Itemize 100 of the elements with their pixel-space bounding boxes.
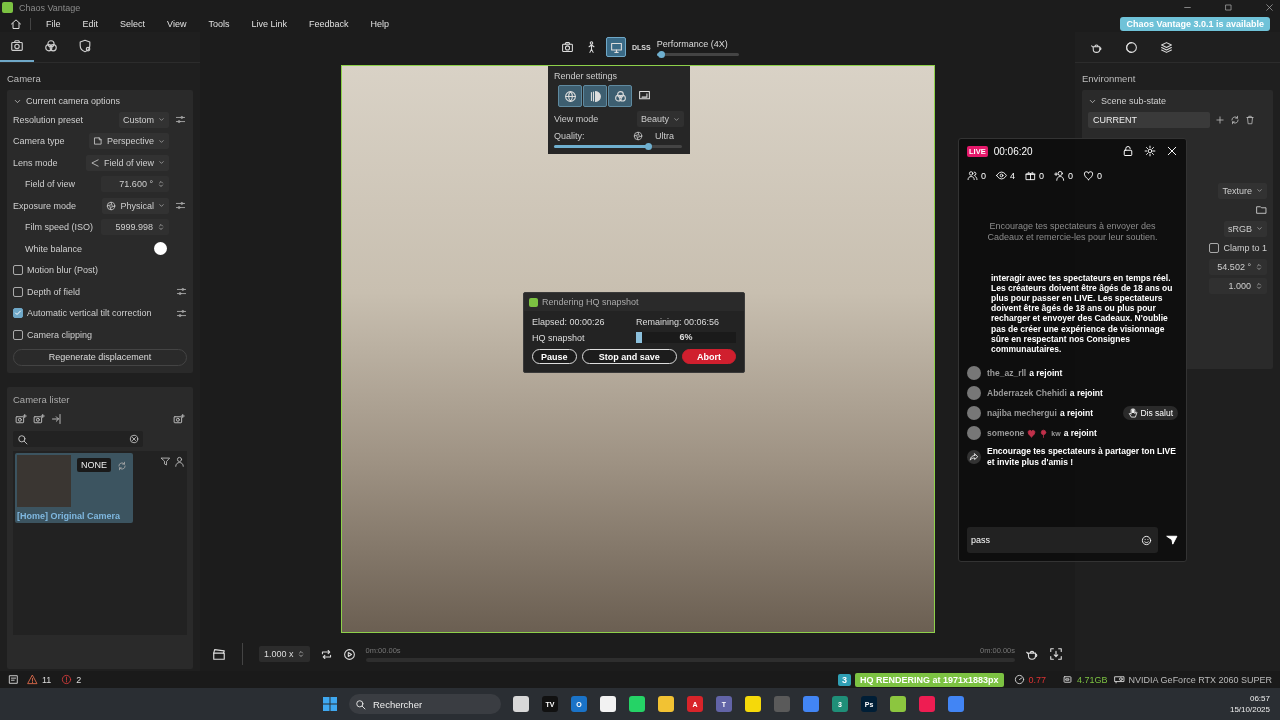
field-label: Field of view	[24, 179, 76, 190]
regenerate-button[interactable]: Regenerate displacement	[13, 348, 187, 366]
chat-input-field[interactable]: pass	[967, 527, 1158, 553]
clear-icon[interactable]	[129, 434, 139, 444]
taskbar-search-field[interactable]: Rechercher	[349, 694, 501, 714]
number-field[interactable]: 5999.998	[101, 219, 169, 236]
error-icon[interactable]	[61, 674, 73, 685]
warning-icon[interactable]	[27, 674, 38, 685]
checkbox-label: Clamp to 1	[1223, 242, 1267, 253]
layers-icon[interactable]	[1160, 40, 1173, 54]
wave-button[interactable]: Dis salut	[1123, 406, 1178, 421]
color-swatch[interactable]	[154, 242, 167, 256]
dialog-button[interactable]: Pause	[532, 349, 577, 364]
slider-thumb[interactable]	[658, 50, 666, 58]
sliders-icon[interactable]	[174, 114, 186, 126]
menu-item[interactable]: Live Link	[240, 18, 298, 29]
caret-icon	[158, 202, 165, 210]
checkbox-label: Camera clipping	[27, 329, 93, 340]
dropdown[interactable]: Field of view	[85, 154, 169, 171]
caret-icon	[158, 159, 165, 167]
checkbox[interactable]	[13, 308, 23, 319]
number-field[interactable]: 1.000	[1209, 277, 1267, 294]
emoji-icon[interactable]	[1141, 534, 1152, 546]
sliders-icon[interactable]	[176, 286, 187, 298]
refresh-icon[interactable]	[1230, 115, 1240, 125]
play-button-icon[interactable]	[342, 647, 356, 661]
camera-icon	[560, 40, 574, 54]
substate-dropdown[interactable]: CURRENT	[1088, 112, 1210, 128]
menu-item[interactable]: Feedback	[297, 18, 360, 29]
menu-item[interactable]: Help	[359, 18, 400, 29]
plus-icon[interactable]	[1215, 115, 1225, 125]
fit-icon[interactable]	[1049, 647, 1063, 661]
dropdown[interactable]: sRGB	[1224, 220, 1267, 237]
search-icon	[355, 698, 366, 710]
join-text: a rejoint	[1063, 427, 1097, 439]
camera-card[interactable]: NONE [Home] Original Camera	[15, 453, 133, 523]
checkbox[interactable]	[1209, 242, 1220, 253]
checkbox[interactable]	[13, 329, 23, 340]
panel-title: Camera	[6, 72, 42, 86]
clock-date: 15/10/2025	[1229, 705, 1270, 714]
send-icon[interactable]	[1166, 534, 1178, 546]
number-field[interactable]: 71.600 °	[101, 176, 169, 193]
lock-icon[interactable]	[1122, 145, 1134, 157]
log-icon[interactable]	[8, 674, 19, 685]
menu-item[interactable]: File	[35, 18, 72, 29]
menu-item[interactable]: Select	[109, 18, 157, 29]
dialog-button[interactable]: Abort	[682, 349, 736, 364]
memory-icon	[1062, 674, 1074, 685]
globe-icon	[563, 89, 577, 103]
render-mode-button[interactable]	[558, 85, 582, 107]
menu-item[interactable]: View	[156, 18, 198, 29]
render-mode-button[interactable]	[583, 85, 607, 107]
folder-icon[interactable]	[1256, 204, 1267, 215]
error-count: 2	[76, 674, 82, 685]
quality-icon	[633, 131, 643, 141]
add-camera-icon[interactable]	[33, 413, 45, 425]
checkbox-label: Depth of field	[27, 286, 81, 297]
slider-thumb[interactable]	[645, 143, 653, 150]
speed-field[interactable]: 1.000 x	[259, 646, 310, 662]
render-mode-button[interactable]	[608, 85, 632, 107]
loop-icon[interactable]	[319, 647, 333, 661]
number-field[interactable]: 54.502 °	[1209, 258, 1267, 275]
view-mode-dropdown[interactable]: Beauty	[636, 111, 684, 127]
person-icon[interactable]	[174, 456, 185, 467]
popup-title: Render settings	[554, 71, 619, 81]
import-icon[interactable]	[51, 413, 63, 425]
photo-placeholder	[17, 455, 71, 507]
dropdown[interactable]: Perspective	[88, 133, 169, 150]
checkbox[interactable]	[13, 265, 23, 276]
search-field[interactable]	[13, 431, 143, 447]
clapper-icon[interactable]	[212, 647, 226, 661]
fps-value: 0.77	[1028, 674, 1047, 685]
dialog-button[interactable]: Stop and save	[581, 349, 677, 364]
sliders-icon[interactable]	[176, 307, 187, 319]
field-label: Exposure mode	[13, 200, 77, 211]
quality-label: Quality:	[554, 131, 585, 141]
filter-icon[interactable]	[160, 456, 171, 467]
menu-item[interactable]: Edit	[71, 18, 110, 29]
gauge-icon	[1013, 674, 1025, 685]
dropdown[interactable]: Custom	[119, 111, 169, 128]
field-label: Film speed (ISO)	[24, 222, 93, 233]
home-icon[interactable]	[10, 17, 22, 30]
dropdown[interactable]: Physical	[102, 197, 169, 214]
checkbox[interactable]	[13, 286, 23, 297]
dropdown[interactable]: Texture	[1218, 182, 1267, 199]
section-title: Scene sub-state	[1101, 96, 1167, 106]
settings-icon[interactable]	[1144, 145, 1156, 157]
trash-icon[interactable]	[1245, 115, 1255, 125]
half-circle-icon	[588, 89, 602, 103]
sliders-icon[interactable]	[174, 200, 186, 212]
menu-item[interactable]: Tools	[197, 18, 241, 29]
hint-text: Encourage tes spectateurs à envoyer des Cadeaux et remercie-les pour leur soutien.	[986, 221, 1159, 243]
refresh-icon[interactable]	[117, 461, 127, 471]
window-title: Chaos Vantage	[19, 2, 81, 13]
windows-start-icon[interactable]	[322, 696, 338, 712]
maximize-icon[interactable]	[1224, 3, 1233, 12]
add-camera-icon[interactable]	[15, 413, 27, 425]
users-icon	[967, 170, 978, 181]
warning-count: 11	[42, 674, 52, 685]
spinner-icon[interactable]	[296, 650, 305, 658]
